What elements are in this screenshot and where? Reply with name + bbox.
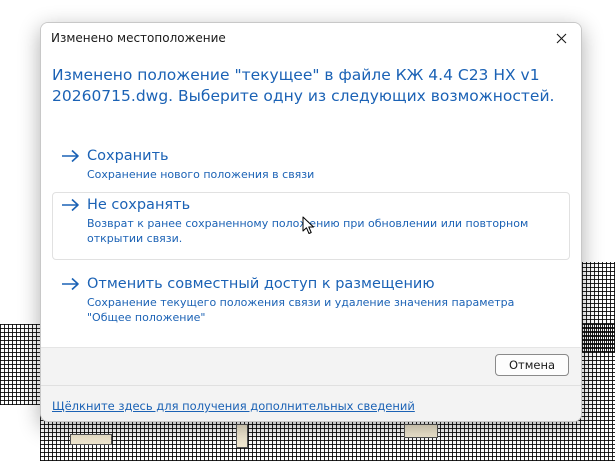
- cancel-button[interactable]: Отмена: [495, 354, 569, 376]
- cad-element: [236, 424, 248, 448]
- cad-element: [70, 434, 112, 445]
- dont-save-option-description: Возврат к ранее сохраненному положению п…: [87, 217, 529, 245]
- unshare-placement-option-title: Отменить совместный доступ к размещению: [87, 276, 435, 292]
- arrow-right-icon: [62, 198, 79, 212]
- cad-element: [404, 424, 438, 438]
- changed-location-dialog: Изменено местоположение Изменено положен…: [40, 22, 582, 422]
- close-button[interactable]: [541, 23, 581, 53]
- dont-save-option[interactable]: Не сохранять Возврат к ранее сохраненном…: [52, 192, 570, 260]
- arrow-right-icon: [62, 277, 79, 291]
- unshare-placement-option[interactable]: Отменить совместный доступ к размещению …: [52, 271, 570, 332]
- footer-divider: [41, 385, 581, 386]
- dialog-titlebar: Изменено местоположение: [41, 23, 581, 53]
- unshare-placement-option-description: Сохранение текущего положения связи и уд…: [87, 296, 515, 324]
- arrow-right-icon: [62, 149, 79, 163]
- more-info-link[interactable]: Щёлкните здесь для получения дополнитель…: [52, 399, 415, 413]
- save-option-description: Сохранение нового положения в связи: [87, 168, 315, 181]
- save-option[interactable]: Сохранить Сохранение нового положения в …: [52, 143, 570, 189]
- dialog-title: Изменено местоположение: [51, 31, 226, 45]
- dont-save-option-title: Не сохранять: [87, 197, 191, 213]
- main-instruction: Изменено положение "текущее" в файле КЖ …: [52, 66, 555, 105]
- close-icon: [556, 33, 566, 43]
- save-option-title: Сохранить: [87, 148, 169, 164]
- cad-drawing-blank-area: [0, 405, 40, 461]
